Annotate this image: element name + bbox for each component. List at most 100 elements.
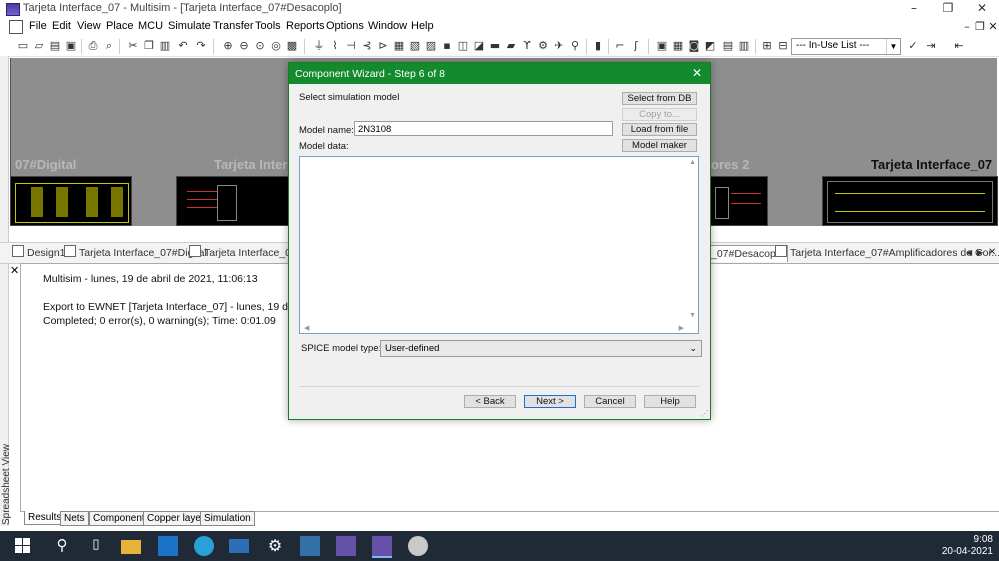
place-basic-icon[interactable]: ⌇: [328, 39, 342, 53]
close-button[interactable]: ✕: [965, 0, 999, 17]
menu-view[interactable]: View: [77, 20, 101, 32]
place-diode-icon[interactable]: ⊣: [344, 39, 358, 53]
menu-edit[interactable]: Edit: [52, 20, 71, 32]
tab-close-icon[interactable]: ✕: [988, 245, 996, 261]
schematic-thumbnail-amplificadores[interactable]: [708, 176, 768, 226]
sim-toolbar-icon[interactable]: ◙: [687, 39, 701, 53]
spice-model-type-select[interactable]: User-defined ⌄: [380, 340, 702, 357]
tab-scroll-left-icon[interactable]: ◀: [966, 245, 972, 261]
menu-options[interactable]: Options: [326, 20, 364, 32]
panel-close-icon[interactable]: ✕: [10, 264, 19, 277]
bus-icon[interactable]: ʃ: [629, 39, 643, 53]
undo-icon[interactable]: ↶: [176, 39, 190, 53]
mdi-close-button[interactable]: ✕: [986, 20, 999, 33]
resize-grip-icon[interactable]: ⋰: [701, 409, 709, 418]
menu-transfer[interactable]: Transfer: [213, 20, 254, 32]
cut-icon[interactable]: ✂: [126, 39, 140, 53]
open-sample-icon[interactable]: ▤: [48, 39, 62, 53]
document-icon[interactable]: [9, 20, 23, 34]
mdi-minimize-button[interactable]: –: [960, 20, 974, 33]
help-button[interactable]: Help: [644, 395, 696, 408]
open-file-icon[interactable]: ▱: [32, 39, 46, 53]
multisim-active-taskbar-icon[interactable]: [372, 536, 392, 558]
tab-nets[interactable]: Nets: [60, 511, 89, 526]
multisim-taskbar-icon[interactable]: [336, 536, 356, 556]
probe-icon[interactable]: ▮: [591, 39, 605, 53]
place-electromech-icon[interactable]: ⚙: [536, 39, 550, 53]
menu-simulate[interactable]: Simulate: [168, 20, 211, 32]
zoom-area-icon[interactable]: ⊙: [253, 39, 267, 53]
place-indicator-icon[interactable]: ◫: [456, 39, 470, 53]
paste-icon[interactable]: ▥: [158, 39, 172, 53]
database-manager-icon[interactable]: ▤: [721, 39, 735, 53]
place-connector-icon[interactable]: ⚲: [568, 39, 582, 53]
menu-place[interactable]: Place: [106, 20, 134, 32]
place-power-icon[interactable]: ◪: [472, 39, 486, 53]
menu-window[interactable]: Window: [368, 20, 407, 32]
place-source-icon[interactable]: ⏚: [312, 39, 326, 53]
schematic-thumbnail-digital[interactable]: [10, 176, 132, 226]
schematic-thumbnail-interface-07[interactable]: [822, 176, 998, 226]
store-icon[interactable]: [229, 539, 249, 553]
model-name-input[interactable]: 2N3108: [354, 121, 613, 136]
redo-icon[interactable]: ↷: [194, 39, 208, 53]
zoom-sheet-icon[interactable]: ◎: [269, 39, 283, 53]
tab-digital[interactable]: Tarjeta Interface_07#Digital: [64, 245, 207, 261]
load-from-file-button[interactable]: Load from file: [622, 123, 697, 136]
transfer-icon[interactable]: ⇥: [924, 39, 938, 53]
spreadsheet-view-icon[interactable]: ▦: [671, 39, 685, 53]
grapher-icon[interactable]: ◩: [703, 39, 717, 53]
cancel-button[interactable]: Cancel: [584, 395, 636, 408]
place-analog-icon[interactable]: ⊳: [376, 39, 390, 53]
settings-gear-icon[interactable]: ⚙: [265, 536, 285, 556]
design-toolbox-icon[interactable]: ▣: [655, 39, 669, 53]
schematic-thumbnail-interface[interactable]: [176, 176, 290, 226]
erc-icon[interactable]: ✓: [906, 39, 920, 53]
print-icon[interactable]: ⎙: [86, 39, 100, 53]
fullscreen-icon[interactable]: ▩: [285, 39, 299, 53]
restore-button[interactable]: ❐: [931, 0, 965, 17]
menu-mcu[interactable]: MCU: [138, 20, 163, 32]
component-wizard-icon[interactable]: ▥: [737, 39, 751, 53]
scroll-down-icon[interactable]: ▼: [689, 312, 696, 319]
back-annotate-icon[interactable]: ⇤: [952, 39, 966, 53]
minimize-button[interactable]: –: [897, 0, 931, 17]
menu-reports[interactable]: Reports: [286, 20, 325, 32]
tab-scroll-right-icon[interactable]: ▶: [977, 245, 983, 261]
place-mcu-icon[interactable]: ✈: [552, 39, 566, 53]
windows-start-icon[interactable]: [15, 538, 31, 554]
scroll-up-icon[interactable]: ▲: [689, 159, 696, 166]
place-rf-icon[interactable]: ϒ: [520, 39, 534, 53]
new-file-icon[interactable]: ▭: [16, 39, 30, 53]
connector-list-icon[interactable]: ⊟: [776, 39, 790, 53]
edge-icon[interactable]: [194, 536, 214, 556]
print-preview-icon[interactable]: ⌕: [102, 39, 116, 53]
scroll-left-icon[interactable]: ◀: [304, 324, 309, 332]
photos-icon[interactable]: [300, 536, 320, 556]
zoom-in-icon[interactable]: ⊕: [221, 39, 235, 53]
place-misc-icon[interactable]: ▬: [488, 39, 502, 53]
place-misc-digital-icon[interactable]: ▨: [424, 39, 438, 53]
next-button[interactable]: Next >: [524, 395, 576, 408]
file-explorer-icon[interactable]: [121, 540, 141, 554]
place-transistor-icon[interactable]: ⊰: [360, 39, 374, 53]
hierarchy-icon[interactable]: ⊞: [760, 39, 774, 53]
back-button[interactable]: < Back: [464, 395, 516, 408]
place-mixed-icon[interactable]: ▪: [440, 39, 454, 53]
tab-design1[interactable]: Design1: [12, 245, 66, 261]
model-maker-button[interactable]: Model maker: [622, 139, 697, 152]
in-use-list-dropdown[interactable]: --- In-Use List --- ▼: [791, 38, 901, 55]
model-data-textarea[interactable]: ▲ ▼ ◀ ▶: [299, 156, 699, 334]
tab-simulation[interactable]: Simulation: [200, 511, 255, 526]
menu-tools[interactable]: Tools: [255, 20, 281, 32]
save-icon[interactable]: ▣: [64, 39, 78, 53]
menu-file[interactable]: File: [29, 20, 47, 32]
zoom-out-icon[interactable]: ⊖: [237, 39, 251, 53]
place-cmos-icon[interactable]: ▧: [408, 39, 422, 53]
dialog-close-icon[interactable]: ✕: [692, 66, 702, 80]
outlook-icon[interactable]: [158, 536, 178, 556]
place-advanced-icon[interactable]: ▰: [504, 39, 518, 53]
task-view-icon[interactable]: ▯: [86, 536, 106, 556]
search-icon[interactable]: ⚲: [52, 536, 72, 556]
taskbar-clock[interactable]: 9:08 20-04-2021: [942, 534, 993, 558]
